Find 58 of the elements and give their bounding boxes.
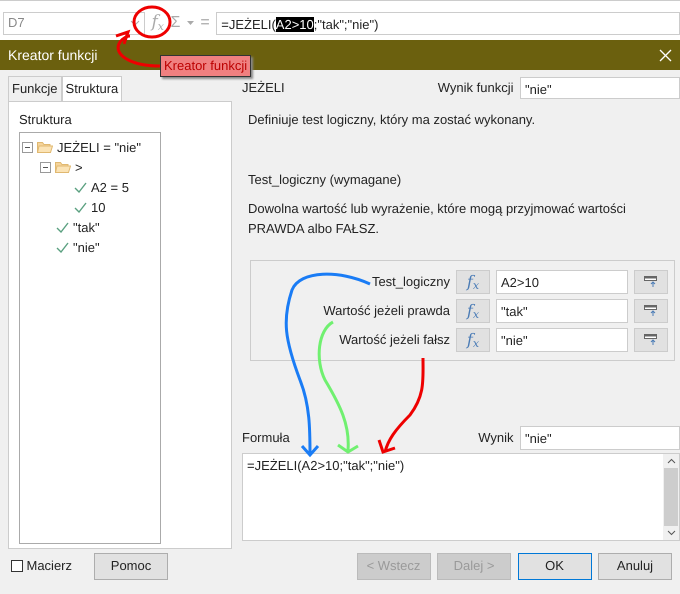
collapse-icon[interactable] — [40, 162, 51, 173]
window-title: Kreator funkcji — [8, 46, 98, 65]
tree-item[interactable]: > — [75, 158, 83, 177]
tree-item[interactable]: JEŻELI = "nie" — [57, 138, 142, 157]
formula-input[interactable]: =JEŻELI(A2>10;"tak";"nie") — [216, 12, 680, 34]
check-icon — [56, 242, 69, 253]
argument-field[interactable]: "tak" — [496, 298, 628, 322]
scrollbar[interactable] — [663, 454, 679, 540]
tree-item[interactable]: "nie" — [73, 238, 100, 257]
tree-item[interactable]: 10 — [91, 198, 106, 217]
scrollbar-thumb[interactable] — [664, 468, 678, 526]
argument-description: Dowolna wartość lub wyrażenie, które mogą przyjmować wartości PRAWDA albo FAŁSZ. — [248, 200, 627, 238]
argument-title: Test_logiczny (wymagane) — [248, 170, 402, 189]
argument-label: Wartość jeżeli prawda — [323, 302, 450, 320]
select-range-button[interactable] — [634, 270, 668, 294]
scroll-down-icon[interactable] — [666, 530, 676, 536]
close-icon[interactable] — [659, 48, 672, 62]
shrink-icon — [644, 276, 658, 288]
result-field[interactable]: "nie" — [520, 426, 680, 450]
dropdown-icon[interactable] — [130, 20, 140, 26]
checkbox[interactable] — [11, 560, 24, 572]
check-icon — [74, 182, 87, 193]
result-label: Wynik funkcji — [438, 79, 514, 98]
argument-field[interactable]: "nie" — [496, 328, 628, 352]
scroll-up-icon[interactable] — [666, 458, 676, 464]
arrow-annotation — [116, 30, 160, 68]
tab[interactable]: Funkcje — [8, 76, 62, 100]
check-icon — [56, 222, 69, 233]
tab[interactable]: Struktura — [62, 76, 122, 100]
formula-editor[interactable]: =JEŻELI(A2>10;"tak";"nie") — [242, 453, 680, 542]
function-description: Definiuje test logiczny, który ma zostać wykonany. — [248, 111, 536, 129]
cell-reference: D7 — [8, 14, 25, 32]
result-label: Wynik — [478, 429, 514, 448]
tree-item[interactable]: A2 = 5 — [91, 178, 129, 197]
select-range-button[interactable] — [634, 298, 668, 322]
result-field[interactable]: "nie" — [520, 77, 680, 99]
tooltip-label: Kreator funkcji — [160, 55, 252, 76]
collapse-icon[interactable] — [22, 142, 33, 153]
formula-label: Formuła — [242, 429, 291, 448]
name-box[interactable]: D7 — [3, 12, 145, 34]
dialog-button[interactable]: OK — [518, 552, 592, 580]
checkbox-label[interactable]: Macierz — [26, 556, 72, 576]
tree-item[interactable]: "tak" — [73, 218, 100, 237]
folder-icon — [55, 161, 71, 174]
argument-label: Wartość jeżeli fałsz — [339, 330, 450, 349]
help-button[interactable]: Pomoc — [94, 552, 168, 580]
argument-label: Test_logiczny — [372, 272, 450, 291]
shrink-icon — [644, 334, 658, 346]
circle-annotation — [132, 6, 172, 38]
function-name: JEŻELI — [242, 79, 286, 98]
dialog-button[interactable]: Anuluj — [598, 552, 672, 580]
folder-icon — [37, 141, 53, 154]
structure-label: Struktura — [19, 110, 73, 128]
formula-text: =JEŻELI(A2>10;"tak";"nie") — [246, 457, 406, 476]
shrink-icon — [644, 304, 658, 316]
select-range-button[interactable] — [634, 328, 668, 352]
check-icon — [74, 202, 87, 213]
argument-field[interactable]: A2>10 — [496, 270, 628, 294]
